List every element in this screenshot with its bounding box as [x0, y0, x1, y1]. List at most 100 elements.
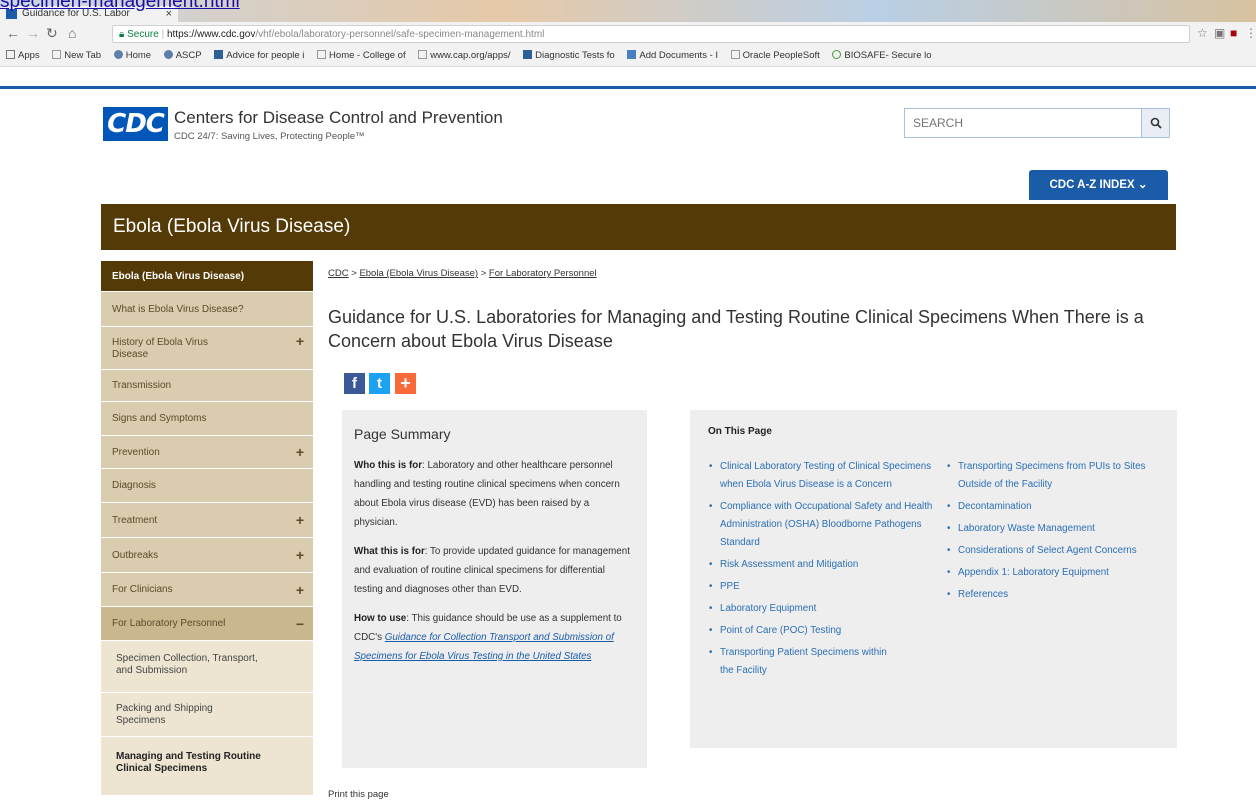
- pdf-extension-icon[interactable]: ■: [1230, 26, 1237, 40]
- toc-link[interactable]: Risk Assessment and Mitigation: [709, 556, 950, 574]
- bookmark-item[interactable]: Home - College of: [317, 46, 406, 66]
- sidebar-subitem-managing-testing[interactable]: Managing and Testing Routine Clinical Sp…: [101, 737, 313, 796]
- site-icon: [214, 50, 224, 59]
- sidebar-item-signs-symptoms[interactable]: Signs and Symptoms: [101, 402, 313, 436]
- bookmark-apps[interactable]: Apps: [6, 46, 40, 66]
- page-title: Guidance for U.S. Laboratories for Manag…: [328, 307, 1144, 351]
- back-icon[interactable]: ←: [6, 25, 20, 41]
- toc-link[interactable]: Compliance with Occupational Safety and …: [709, 498, 950, 552]
- apps-grid-icon: [6, 50, 15, 59]
- bookmark-item[interactable]: www.cap.org/apps/: [418, 46, 511, 66]
- page-summary-box: Page Summary Who this is for: Laboratory…: [342, 410, 647, 768]
- sidebar-item-outbreaks[interactable]: Outbreaks +: [101, 538, 313, 573]
- bookmark-item[interactable]: Diagnostic Tests fo: [523, 46, 615, 66]
- expand-plus-icon[interactable]: +: [296, 503, 304, 538]
- page-link[interactable]: specimen-management.html: [0, 0, 240, 13]
- sidebar-item-transmission[interactable]: Transmission: [101, 370, 313, 402]
- expand-plus-icon[interactable]: +: [296, 573, 304, 607]
- sidebar-item-history[interactable]: History of Ebola Virus Disease +: [101, 327, 313, 370]
- bookmark-item[interactable]: Advice for people i: [214, 46, 304, 66]
- sidebar-item-prevention[interactable]: Prevention +: [101, 436, 313, 469]
- toc-link[interactable]: Clinical Laboratory Testing of Clinical …: [709, 458, 950, 494]
- toc-link[interactable]: References: [947, 586, 1176, 604]
- sidebar-nav: Ebola (Ebola Virus Disease) What is Ebol…: [101, 261, 313, 796]
- breadcrumb: CDC > Ebola (Ebola Virus Disease) > For …: [328, 268, 597, 279]
- guidance-link[interactable]: Guidance for Collection Transport and Su…: [354, 632, 614, 662]
- sidebar-item-lab-personnel[interactable]: For Laboratory Personnel −: [101, 607, 313, 641]
- on-this-page-list-1: Clinical Laboratory Testing of Clinical …: [708, 458, 950, 684]
- facebook-share-icon[interactable]: f: [344, 373, 365, 394]
- extension-icon[interactable]: ▣: [1214, 26, 1225, 40]
- sidebar-item-treatment[interactable]: Treatment +: [101, 503, 313, 538]
- bookmark-item[interactable]: ASCP: [163, 46, 202, 66]
- globe-icon: [113, 50, 123, 59]
- expand-plus-icon[interactable]: +: [296, 538, 304, 573]
- page-icon: [317, 50, 327, 59]
- toc-link[interactable]: Point of Care (POC) Testing: [709, 622, 950, 640]
- on-this-page-list-2: Transporting Specimens from PUIs to Site…: [946, 458, 1176, 608]
- toc-link[interactable]: Transporting Patient Specimens within th…: [709, 644, 890, 680]
- globe-icon: [163, 50, 173, 59]
- topic-title[interactable]: Ebola (Ebola Virus Disease): [101, 204, 1176, 250]
- bookmark-item[interactable]: New Tab: [52, 46, 101, 66]
- search-box: [904, 108, 1170, 138]
- menu-icon[interactable]: ⋮: [1245, 26, 1256, 40]
- bookmark-item[interactable]: Oracle PeopleSoft: [730, 46, 820, 66]
- toc-link[interactable]: Transporting Specimens from PUIs to Site…: [947, 458, 1176, 494]
- document-icon: [627, 50, 637, 59]
- summary-who: Who this is for: Laboratory and other he…: [354, 460, 620, 528]
- summary-how: How to use: This guidance should be use …: [354, 613, 622, 662]
- forward-icon[interactable]: →: [26, 25, 40, 41]
- search-icon: [1150, 117, 1162, 129]
- header-rule: [0, 86, 1256, 89]
- expand-plus-icon[interactable]: +: [296, 334, 304, 348]
- sidebar-item-what-is-ebola[interactable]: What is Ebola Virus Disease?: [101, 292, 313, 327]
- toc-link[interactable]: Laboratory Waste Management: [947, 520, 1176, 538]
- site-icon: [523, 50, 533, 59]
- collapse-minus-icon[interactable]: −: [296, 607, 304, 641]
- print-page-link[interactable]: Print this page: [328, 789, 389, 800]
- star-icon[interactable]: ☆: [1197, 26, 1208, 40]
- search-button[interactable]: [1141, 109, 1169, 137]
- bookmark-item[interactable]: Home: [113, 46, 151, 66]
- sidebar-subitem-packing-shipping[interactable]: Packing and Shipping Specimens: [101, 693, 313, 737]
- breadcrumb-lab-personnel[interactable]: For Laboratory Personnel: [489, 268, 597, 279]
- org-name[interactable]: Centers for Disease Control and Preventi…: [174, 108, 503, 128]
- bookmark-item[interactable]: Add Documents - I: [627, 46, 718, 66]
- page-icon: [52, 50, 62, 59]
- sidebar-subitem-specimen-collection[interactable]: Specimen Collection, Transport, and Subm…: [101, 641, 313, 693]
- toc-link[interactable]: Laboratory Equipment: [709, 600, 950, 618]
- expand-plus-icon[interactable]: +: [296, 436, 304, 469]
- addthis-share-icon[interactable]: +: [395, 373, 416, 394]
- twitter-share-icon[interactable]: t: [369, 373, 390, 394]
- secure-label: Secure: [127, 29, 159, 40]
- toc-link[interactable]: Decontamination: [947, 498, 1176, 516]
- url-path: /vhf/ebola/laboratory-personnel/safe-spe…: [255, 29, 545, 40]
- breadcrumb-cdc[interactable]: CDC: [328, 268, 349, 279]
- home-icon[interactable]: ⌂: [68, 25, 76, 41]
- url-field[interactable]: 🔒︎ Secure | https://www.cdc.gov/vhf/ebol…: [112, 25, 1190, 43]
- page-summary-heading: Page Summary: [354, 426, 451, 442]
- toc-link[interactable]: PPE: [709, 578, 950, 596]
- breadcrumb-ebola[interactable]: Ebola (Ebola Virus Disease): [359, 268, 478, 279]
- sidebar-item-clinicians[interactable]: For Clinicians +: [101, 573, 313, 607]
- circle-icon: [832, 50, 842, 59]
- toc-link[interactable]: Appendix 1: Laboratory Equipment: [947, 564, 1176, 582]
- on-this-page-box: On This Page Clinical Laboratory Testing…: [690, 410, 1177, 748]
- az-index-button[interactable]: CDC A-Z INDEX ⌄: [1029, 170, 1168, 200]
- search-input[interactable]: [905, 109, 1143, 137]
- sidebar-item-diagnosis[interactable]: Diagnosis: [101, 469, 313, 503]
- reload-icon[interactable]: ↻: [46, 25, 58, 42]
- sidebar-item-ebola[interactable]: Ebola (Ebola Virus Disease): [101, 261, 313, 292]
- lock-icon: 🔒︎: [119, 29, 125, 40]
- address-bar: ← → ↻ ⌂ 🔒︎ Secure | https://www.cdc.gov/…: [0, 22, 1256, 46]
- summary-what: What this is for: To provide updated gui…: [354, 546, 630, 595]
- bookmark-item[interactable]: BIOSAFE- Secure lo: [832, 46, 932, 66]
- cdc-logo[interactable]: CDC: [103, 107, 168, 141]
- on-this-page-heading: On This Page: [708, 426, 772, 437]
- bookmarks-bar: Apps New Tab Home ASCP Advice for people…: [0, 46, 1256, 67]
- page-icon: [730, 50, 740, 59]
- page-icon: [418, 50, 428, 59]
- url-host: https://www.cdc.gov: [166, 29, 256, 40]
- toc-link[interactable]: Considerations of Select Agent Concerns: [947, 542, 1148, 560]
